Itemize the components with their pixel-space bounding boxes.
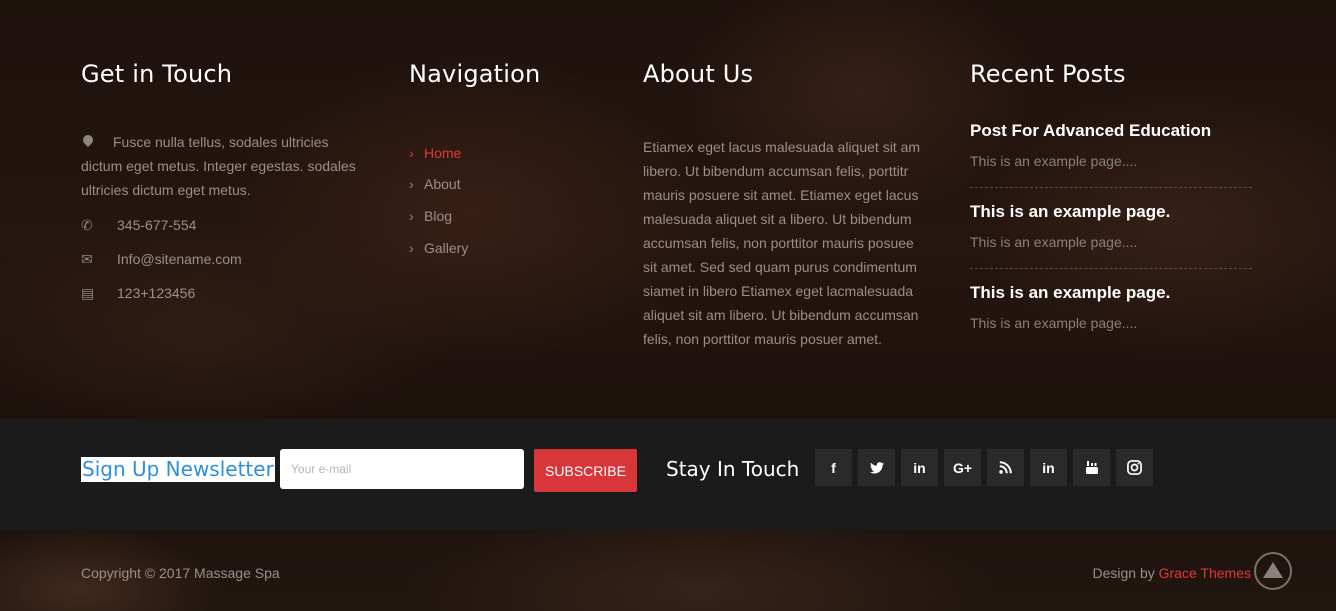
get-in-touch-title: Get in Touch	[81, 60, 233, 88]
recent-posts-column: Recent Posts Post For Advanced Education…	[970, 60, 1252, 349]
chevron-right-icon: ›	[409, 144, 414, 161]
design-by-label: Design by	[1092, 565, 1155, 581]
about-title: About Us	[643, 60, 754, 88]
nav-item-about[interactable]: › About	[409, 169, 609, 201]
fax-icon: ▤	[81, 284, 95, 301]
envelope-icon: ✉	[81, 250, 93, 267]
copyright-text: Copyright © 2017 Massage Spa	[81, 565, 280, 581]
about-column: About Us Etiamex eget lacus malesuada al…	[643, 60, 923, 351]
newsletter-bar: Sign Up Newsletter SUBSCRIBE Stay In Tou…	[0, 419, 1336, 530]
instagram-icon[interactable]	[1116, 449, 1153, 486]
youtube-icon[interactable]	[1073, 449, 1110, 486]
fax-text: 123+123456	[117, 285, 196, 301]
post-title-link[interactable]: This is an example page.	[970, 202, 1252, 222]
phone-icon: ✆	[81, 216, 93, 233]
about-text: Etiamex eget lacus malesuada aliquet sit…	[643, 139, 921, 347]
newsletter-title: Sign Up Newsletter	[81, 457, 275, 482]
back-to-top-button[interactable]	[1254, 552, 1292, 590]
nav-item-blog[interactable]: › Blog	[409, 200, 609, 232]
nav-item-label: Home	[424, 144, 462, 161]
recent-post: Post For Advanced Education This is an e…	[970, 121, 1252, 188]
post-title-link[interactable]: This is an example page.	[970, 283, 1252, 303]
chevron-right-icon: ›	[409, 207, 414, 224]
design-credit: Design by Grace Themes	[1093, 565, 1252, 581]
arrow-up-icon	[1263, 561, 1283, 578]
address-text: Fusce nulla tellus, sodales ultricies di…	[81, 134, 356, 198]
linkedin-icon[interactable]: in	[901, 449, 938, 486]
linkedin-icon[interactable]: in	[1030, 449, 1067, 486]
chevron-right-icon: ›	[409, 239, 414, 256]
email-text[interactable]: Info@sitename.com	[117, 251, 242, 267]
twitter-icon[interactable]	[858, 449, 895, 486]
post-excerpt: This is an example page....	[970, 234, 1138, 250]
get-in-touch-column: Get in Touch Fusce nulla tellus, sodales…	[80, 60, 371, 310]
recent-posts-title: Recent Posts	[970, 60, 1126, 88]
nav-item-gallery[interactable]: › Gallery	[409, 232, 609, 264]
fax-row: ▤ 123+123456	[81, 276, 371, 310]
navigation-column: Navigation › Home › About › Blog › Galle…	[409, 60, 609, 263]
nav-item-label: Gallery	[424, 239, 469, 256]
post-excerpt: This is an example page....	[970, 153, 1138, 169]
stay-in-touch-title: Stay In Touch	[666, 457, 800, 481]
email-row: ✉ Info@sitename.com	[81, 242, 371, 276]
nav-item-home[interactable]: › Home	[409, 137, 609, 169]
phone-row: ✆ 345-677-554	[81, 208, 371, 242]
phone-text: 345-677-554	[117, 217, 197, 233]
chevron-right-icon: ›	[409, 176, 414, 193]
subscribe-button[interactable]: SUBSCRIBE	[534, 449, 637, 492]
nav-item-label: About	[424, 176, 461, 193]
theme-link[interactable]: Grace Themes	[1159, 565, 1251, 581]
newsletter-email-input[interactable]	[280, 449, 524, 489]
address-block: Fusce nulla tellus, sodales ultricies di…	[80, 130, 371, 202]
recent-post: This is an example page. This is an exam…	[970, 269, 1252, 349]
social-links: f in G+ in	[815, 449, 1159, 486]
navigation-title: Navigation	[409, 60, 541, 88]
post-excerpt: This is an example page....	[970, 315, 1138, 331]
nav-item-label: Blog	[424, 207, 453, 224]
google-plus-icon[interactable]: G+	[944, 449, 981, 486]
post-title-link[interactable]: Post For Advanced Education	[970, 121, 1252, 141]
navigation-list: › Home › About › Blog › Gallery	[409, 137, 609, 263]
recent-post: This is an example page. This is an exam…	[970, 188, 1252, 269]
facebook-icon[interactable]: f	[815, 449, 852, 486]
rss-icon[interactable]	[987, 449, 1024, 486]
